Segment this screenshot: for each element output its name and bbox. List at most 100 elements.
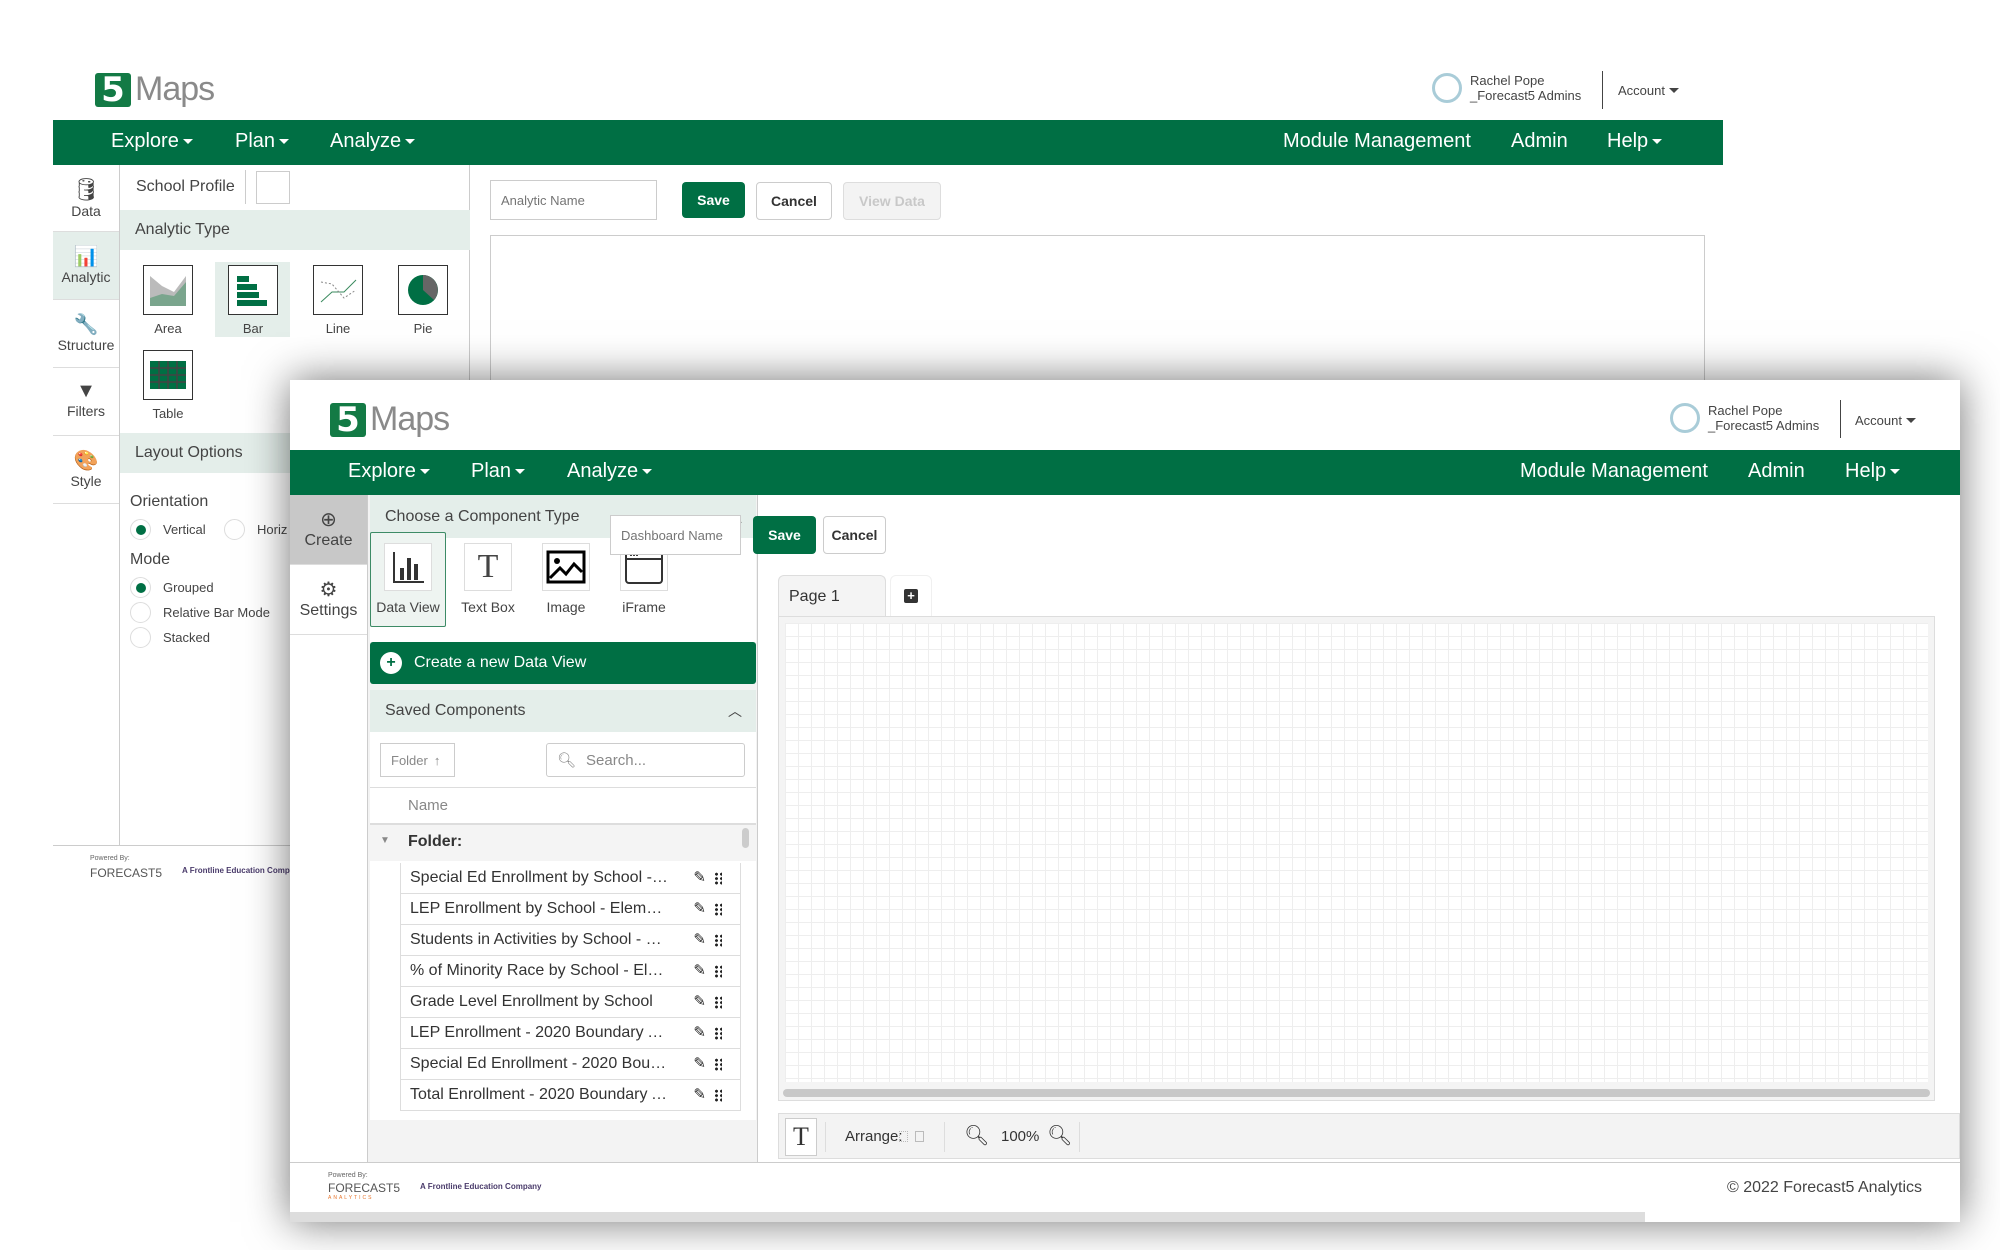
cancel-button[interactable]: Cancel <box>756 182 832 220</box>
folder-row[interactable]: ▼ Folder: <box>370 823 756 861</box>
type-pie[interactable]: Pie <box>398 265 448 336</box>
add-page-button[interactable]: + <box>890 575 932 617</box>
nav-plan[interactable]: Plan <box>471 460 526 483</box>
list-item[interactable]: LEP Enrollment - 2020 Boundary Analysis ✎ <box>400 1018 741 1049</box>
component-text-box[interactable]: T Text Box <box>452 543 524 615</box>
list-item-label: LEP Enrollment - 2020 Boundary Analysis <box>410 1024 670 1041</box>
nav-analyze[interactable]: Analyze <box>330 130 416 153</box>
name-column-header[interactable]: Name <box>408 797 448 814</box>
list-item-label: Students in Activities by School - Eleme… <box>410 931 670 948</box>
user-info[interactable]: Rachel Pope _Forecast5 Admins <box>1432 73 1581 103</box>
component-image[interactable]: Image <box>530 543 602 615</box>
image-icon <box>542 543 590 591</box>
analytic-name-input[interactable] <box>490 180 657 220</box>
text-tool-button[interactable]: T <box>785 1118 817 1156</box>
type-area[interactable]: Area <box>143 265 193 336</box>
list-item[interactable]: Special Ed Enrollment by School - Elemen… <box>400 863 741 894</box>
sidebar-item-style[interactable]: 🎨 Style <box>53 436 119 504</box>
drag-handle-icon[interactable] <box>714 872 722 885</box>
tab-page-1[interactable]: Page 1 <box>778 575 886 617</box>
sidebar-item-data[interactable]: 🛢 Data <box>53 165 119 232</box>
folder-sort-button[interactable]: Folder ↑ <box>380 743 455 777</box>
bar-type-icon[interactable] <box>256 171 290 204</box>
radio-grouped[interactable]: Grouped <box>130 577 214 598</box>
analytic-type-header: Analytic Type <box>120 210 470 250</box>
radio-stacked[interactable]: Stacked <box>130 627 210 648</box>
radio-relative[interactable]: Relative Bar Mode <box>130 602 270 623</box>
drag-handle-icon[interactable] <box>714 903 722 916</box>
list-item[interactable]: % of Minority Race by School - Elementar… <box>400 956 741 987</box>
account-menu[interactable]: Account <box>1618 83 1679 98</box>
radio-horizontal[interactable]: Horiz <box>224 519 287 540</box>
sidebar-item-analytic[interactable]: 📊 Analytic <box>53 232 119 300</box>
list-item[interactable]: Total Enrollment - 2020 Boundary Analysi… <box>400 1080 741 1111</box>
user-info[interactable]: Rachel Pope _Forecast5 Admins <box>1670 403 1819 433</box>
cancel-button[interactable]: Cancel <box>823 516 886 554</box>
list-item-label: Grade Level Enrollment by School <box>410 993 653 1010</box>
drag-handle-icon[interactable] <box>714 996 722 1009</box>
type-line[interactable]: Line <box>313 265 363 336</box>
save-button[interactable]: Save <box>753 516 816 554</box>
pencil-icon[interactable]: ✎ <box>693 1054 706 1072</box>
drag-handle-icon[interactable] <box>714 965 722 978</box>
bar-chart-icon <box>384 543 432 591</box>
nav-module-management[interactable]: Module Management <box>1520 460 1708 483</box>
arrange-front-icon[interactable] <box>915 1131 924 1142</box>
canvas-scrollbar[interactable] <box>783 1089 1930 1097</box>
nav-admin[interactable]: Admin <box>1511 130 1568 153</box>
sidebar-item-create[interactable]: ⊕ Create <box>290 495 367 565</box>
nav-help[interactable]: Help <box>1607 130 1663 153</box>
list-item[interactable]: Students in Activities by School - Eleme… <box>400 925 741 956</box>
dashboard-canvas[interactable] <box>778 616 1935 1101</box>
pencil-icon[interactable]: ✎ <box>693 961 706 979</box>
arrange-back-icon[interactable] <box>899 1131 908 1142</box>
nav-admin[interactable]: Admin <box>1748 460 1805 483</box>
nav-explore[interactable]: Explore <box>348 460 430 483</box>
drag-handle-icon[interactable] <box>714 1027 722 1040</box>
drag-handle-icon[interactable] <box>714 1089 722 1102</box>
pencil-icon[interactable]: ✎ <box>693 899 706 917</box>
radio-vertical[interactable]: Vertical <box>130 519 206 540</box>
nav-plan[interactable]: Plan <box>235 130 290 153</box>
sidebar-item-filters[interactable]: ▼ Filters <box>53 368 119 436</box>
sidebar-item-settings[interactable]: ⚙ Settings <box>290 565 367 635</box>
type-bar[interactable]: Bar <box>228 265 278 336</box>
saved-components-header[interactable]: Saved Components ︿ <box>370 690 756 732</box>
user-group: _Forecast5 Admins <box>1708 418 1820 433</box>
drag-handle-icon[interactable] <box>714 1058 722 1071</box>
bar-chart-icon: 📊 <box>73 246 99 268</box>
pencil-icon[interactable]: ✎ <box>693 930 706 948</box>
canvas-grid[interactable] <box>785 623 1928 1082</box>
list-item[interactable]: Special Ed Enrollment - 2020 Boundary ✎ <box>400 1049 741 1080</box>
list-item[interactable]: Grade Level Enrollment by School ✎ <box>400 987 741 1018</box>
search-icon: 🔍︎ <box>557 752 577 769</box>
zoom-level: 100% <box>1001 1128 1040 1145</box>
logo[interactable]: 5 Maps <box>330 400 450 439</box>
dashboard-name-input[interactable] <box>610 515 741 555</box>
drag-handle-icon[interactable] <box>714 934 722 947</box>
create-data-view-button[interactable]: + Create a new Data View <box>370 642 756 684</box>
zoom-in-icon[interactable]: 🔍︎ <box>1047 1123 1072 1148</box>
nav-analyze[interactable]: Analyze <box>567 460 653 483</box>
list-item-label: Total Enrollment - 2020 Boundary Analysi… <box>410 1086 670 1103</box>
pencil-icon[interactable]: ✎ <box>693 992 706 1010</box>
list-item[interactable]: LEP Enrollment by School - Elementary ✎ <box>400 894 741 925</box>
logo[interactable]: 5 Maps <box>95 70 215 109</box>
zoom-out-icon[interactable]: 🔍︎ <box>964 1123 989 1148</box>
pencil-icon[interactable]: ✎ <box>693 868 706 886</box>
search-input[interactable]: 🔍︎ Search... <box>546 743 745 777</box>
account-menu[interactable]: Account <box>1855 413 1916 428</box>
save-button[interactable]: Save <box>682 182 745 218</box>
nav-help[interactable]: Help <box>1845 460 1901 483</box>
pencil-icon[interactable]: ✎ <box>693 1085 706 1103</box>
page-scrollbar[interactable] <box>290 1212 1645 1222</box>
list-scrollbar[interactable] <box>742 828 749 848</box>
nav-module-management[interactable]: Module Management <box>1283 130 1471 153</box>
component-data-view[interactable]: Data View <box>370 543 446 615</box>
collapse-caret-icon: ▼ <box>380 835 390 846</box>
nav-explore[interactable]: Explore <box>111 130 193 153</box>
sidebar-item-structure[interactable]: 🔧 Structure <box>53 300 119 368</box>
pencil-icon[interactable]: ✎ <box>693 1023 706 1041</box>
type-table[interactable]: Table <box>143 350 193 421</box>
view-data-button[interactable]: View Data <box>843 182 941 220</box>
